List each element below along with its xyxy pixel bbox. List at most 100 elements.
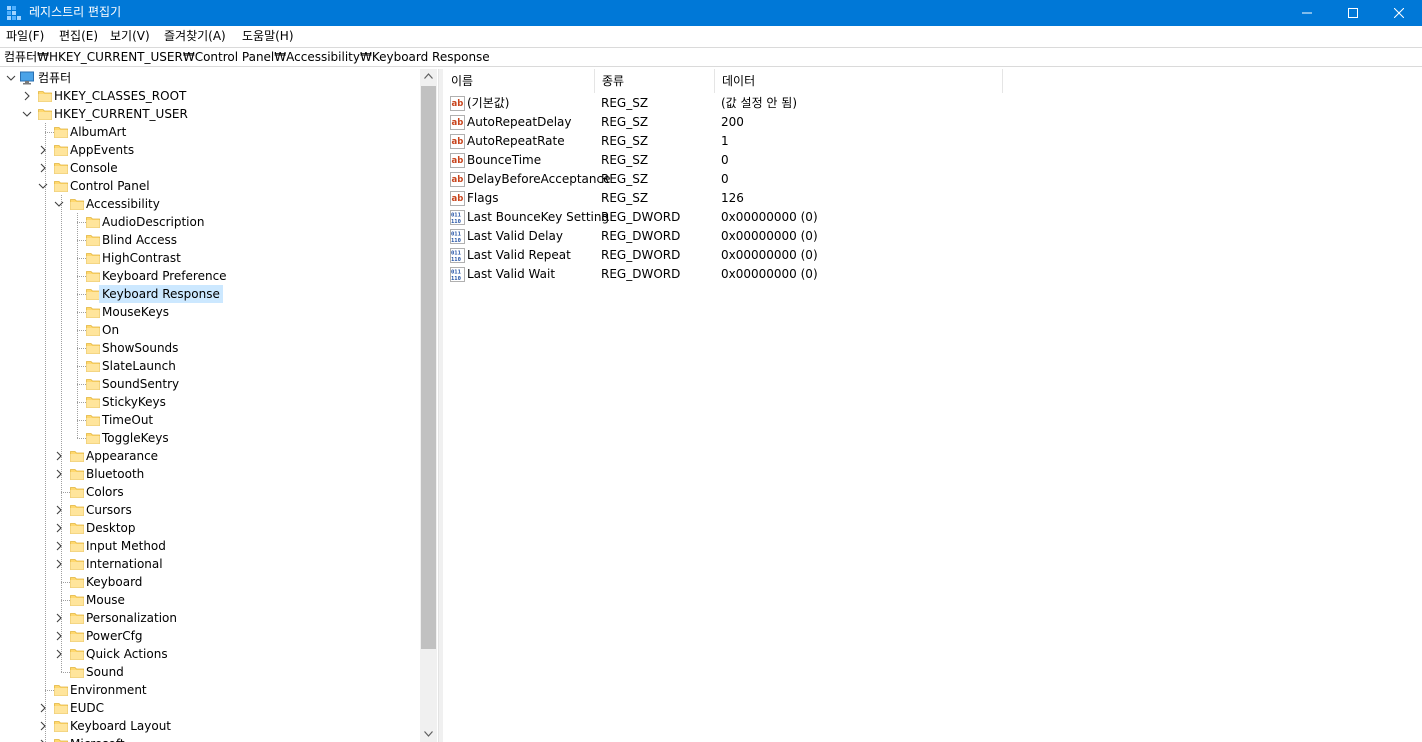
tree-item[interactable]: HKEY_CLASSES_ROOT	[0, 87, 420, 105]
column-name[interactable]: 이름	[444, 69, 595, 93]
tree-item[interactable]: Desktop	[0, 519, 420, 537]
tree-item-label[interactable]: On	[99, 321, 122, 339]
tree-item[interactable]: TimeOut	[0, 411, 420, 429]
tree-item[interactable]: Environment	[0, 681, 420, 699]
tree-item[interactable]: Mouse	[0, 591, 420, 609]
tree-item-label[interactable]: Microsoft	[67, 735, 128, 742]
chevron-right-icon[interactable]	[54, 559, 64, 569]
tree-item[interactable]: Blind Access	[0, 231, 420, 249]
tree-item[interactable]: Personalization	[0, 609, 420, 627]
tree-item[interactable]: Sound	[0, 663, 420, 681]
tree-item[interactable]: HighContrast	[0, 249, 420, 267]
chevron-right-icon[interactable]	[54, 505, 64, 515]
tree-item[interactable]: StickyKeys	[0, 393, 420, 411]
chevron-right-icon[interactable]	[22, 91, 32, 101]
value-row[interactable]: ab Flags REG_SZ 126	[444, 189, 1422, 208]
scroll-down-icon[interactable]	[424, 731, 433, 737]
menu-edit[interactable]: 편집(E)	[59, 29, 98, 43]
tree-item[interactable]: EUDC	[0, 699, 420, 717]
tree-item-label[interactable]: HKEY_CURRENT_USER	[51, 105, 191, 123]
tree-item[interactable]: Keyboard	[0, 573, 420, 591]
tree-item[interactable]: Input Method	[0, 537, 420, 555]
tree-item[interactable]: On	[0, 321, 420, 339]
tree-item-label[interactable]: Blind Access	[99, 231, 180, 249]
tree-item[interactable]: AudioDescription	[0, 213, 420, 231]
address-bar[interactable]: 컴퓨터₩HKEY_CURRENT_USER₩Control Panel₩Acce…	[0, 47, 1422, 67]
value-row[interactable]: ab AutoRepeatRate REG_SZ 1	[444, 132, 1422, 151]
tree-item[interactable]: Microsoft	[0, 735, 420, 742]
value-row[interactable]: 011 110 Last BounceKey Setting REG_DWORD 0x0…	[444, 208, 1422, 227]
chevron-right-icon[interactable]	[54, 631, 64, 641]
menu-favorites[interactable]: 즐겨찾기(A)	[164, 29, 226, 43]
tree-item-label[interactable]: Sound	[83, 663, 127, 681]
tree-item-label[interactable]: Quick Actions	[83, 645, 171, 663]
tree-item-label[interactable]: Keyboard	[83, 573, 145, 591]
tree-item-label[interactable]: AppEvents	[67, 141, 137, 159]
value-row[interactable]: 011 110 Last Valid Wait REG_DWORD 0x00000000…	[444, 265, 1422, 284]
chevron-right-icon[interactable]	[38, 721, 48, 731]
tree-item[interactable]: International	[0, 555, 420, 573]
tree-item[interactable]: PowerCfg	[0, 627, 420, 645]
tree-item-label[interactable]: StickyKeys	[99, 393, 169, 411]
tree-item[interactable]: SoundSentry	[0, 375, 420, 393]
tree-item[interactable]: Keyboard Layout	[0, 717, 420, 735]
scroll-thumb[interactable]	[421, 86, 436, 649]
tree-item[interactable]: MouseKeys	[0, 303, 420, 321]
chevron-down-icon[interactable]	[38, 181, 48, 191]
tree-item[interactable]: AlbumArt	[0, 123, 420, 141]
menu-help[interactable]: 도움말(H)	[242, 29, 294, 43]
tree-item[interactable]: Control Panel	[0, 177, 420, 195]
tree-item-label[interactable]: Environment	[67, 681, 150, 699]
tree-item-label[interactable]: Colors	[83, 483, 127, 501]
tree-item-label[interactable]: HighContrast	[99, 249, 184, 267]
tree-item-label[interactable]: Bluetooth	[83, 465, 147, 483]
column-type[interactable]: 종류	[595, 69, 715, 93]
close-button[interactable]	[1376, 0, 1422, 26]
chevron-down-icon[interactable]	[22, 109, 32, 119]
chevron-right-icon[interactable]	[54, 541, 64, 551]
chevron-right-icon[interactable]	[38, 163, 48, 173]
address-path[interactable]: 컴퓨터₩HKEY_CURRENT_USER₩Control Panel₩Acce…	[4, 50, 490, 64]
tree-item-label[interactable]: Keyboard Preference	[99, 267, 230, 285]
tree-item-label[interactable]: Desktop	[83, 519, 139, 537]
values-list[interactable]: 이름 종류 데이터 ab (기본값) REG_SZ (값 설정 안 됨) ab AutoR…	[444, 69, 1422, 742]
tree-item-label[interactable]: ShowSounds	[99, 339, 181, 357]
chevron-right-icon[interactable]	[54, 613, 64, 623]
tree-item-selected[interactable]: Keyboard Response	[0, 285, 420, 303]
maximize-button[interactable]	[1330, 0, 1376, 26]
tree-item[interactable]: Cursors	[0, 501, 420, 519]
tree-item[interactable]: ShowSounds	[0, 339, 420, 357]
menu-view[interactable]: 보기(V)	[110, 29, 150, 43]
tree-item-label[interactable]: EUDC	[67, 699, 107, 717]
tree-item-label[interactable]: International	[83, 555, 166, 573]
tree-item-label[interactable]: HKEY_CLASSES_ROOT	[51, 87, 189, 105]
tree-item[interactable]: SlateLaunch	[0, 357, 420, 375]
value-row[interactable]: ab DelayBeforeAcceptance REG_SZ 0	[444, 170, 1422, 189]
tree-item-label[interactable]: SlateLaunch	[99, 357, 179, 375]
tree-item-label[interactable]: Console	[67, 159, 121, 177]
tree-item[interactable]: Bluetooth	[0, 465, 420, 483]
tree-item-label[interactable]: Input Method	[83, 537, 169, 555]
tree-item-label[interactable]: Control Panel	[67, 177, 153, 195]
tree-item-label[interactable]: Cursors	[83, 501, 135, 519]
chevron-right-icon[interactable]	[54, 523, 64, 533]
chevron-down-icon[interactable]	[54, 199, 64, 209]
tree-item[interactable]: Quick Actions	[0, 645, 420, 663]
tree-scrollbar[interactable]	[420, 69, 437, 742]
tree-item[interactable]: Appearance	[0, 447, 420, 465]
minimize-button[interactable]	[1284, 0, 1330, 26]
chevron-right-icon[interactable]	[54, 451, 64, 461]
menu-file[interactable]: 파일(F)	[6, 29, 44, 43]
tree-item-label[interactable]: Mouse	[83, 591, 128, 609]
tree-item-label[interactable]: TimeOut	[99, 411, 156, 429]
tree-item[interactable]: 컴퓨터	[0, 69, 420, 87]
value-row[interactable]: ab AutoRepeatDelay REG_SZ 200	[444, 113, 1422, 132]
chevron-down-icon[interactable]	[6, 73, 16, 83]
tree-item-label[interactable]: Appearance	[83, 447, 161, 465]
tree-item-label[interactable]: SoundSentry	[99, 375, 182, 393]
tree-item[interactable]: HKEY_CURRENT_USER	[0, 105, 420, 123]
chevron-right-icon[interactable]	[38, 145, 48, 155]
value-row[interactable]: ab BounceTime REG_SZ 0	[444, 151, 1422, 170]
tree-item[interactable]: Accessibility	[0, 195, 420, 213]
tree-item[interactable]: Console	[0, 159, 420, 177]
